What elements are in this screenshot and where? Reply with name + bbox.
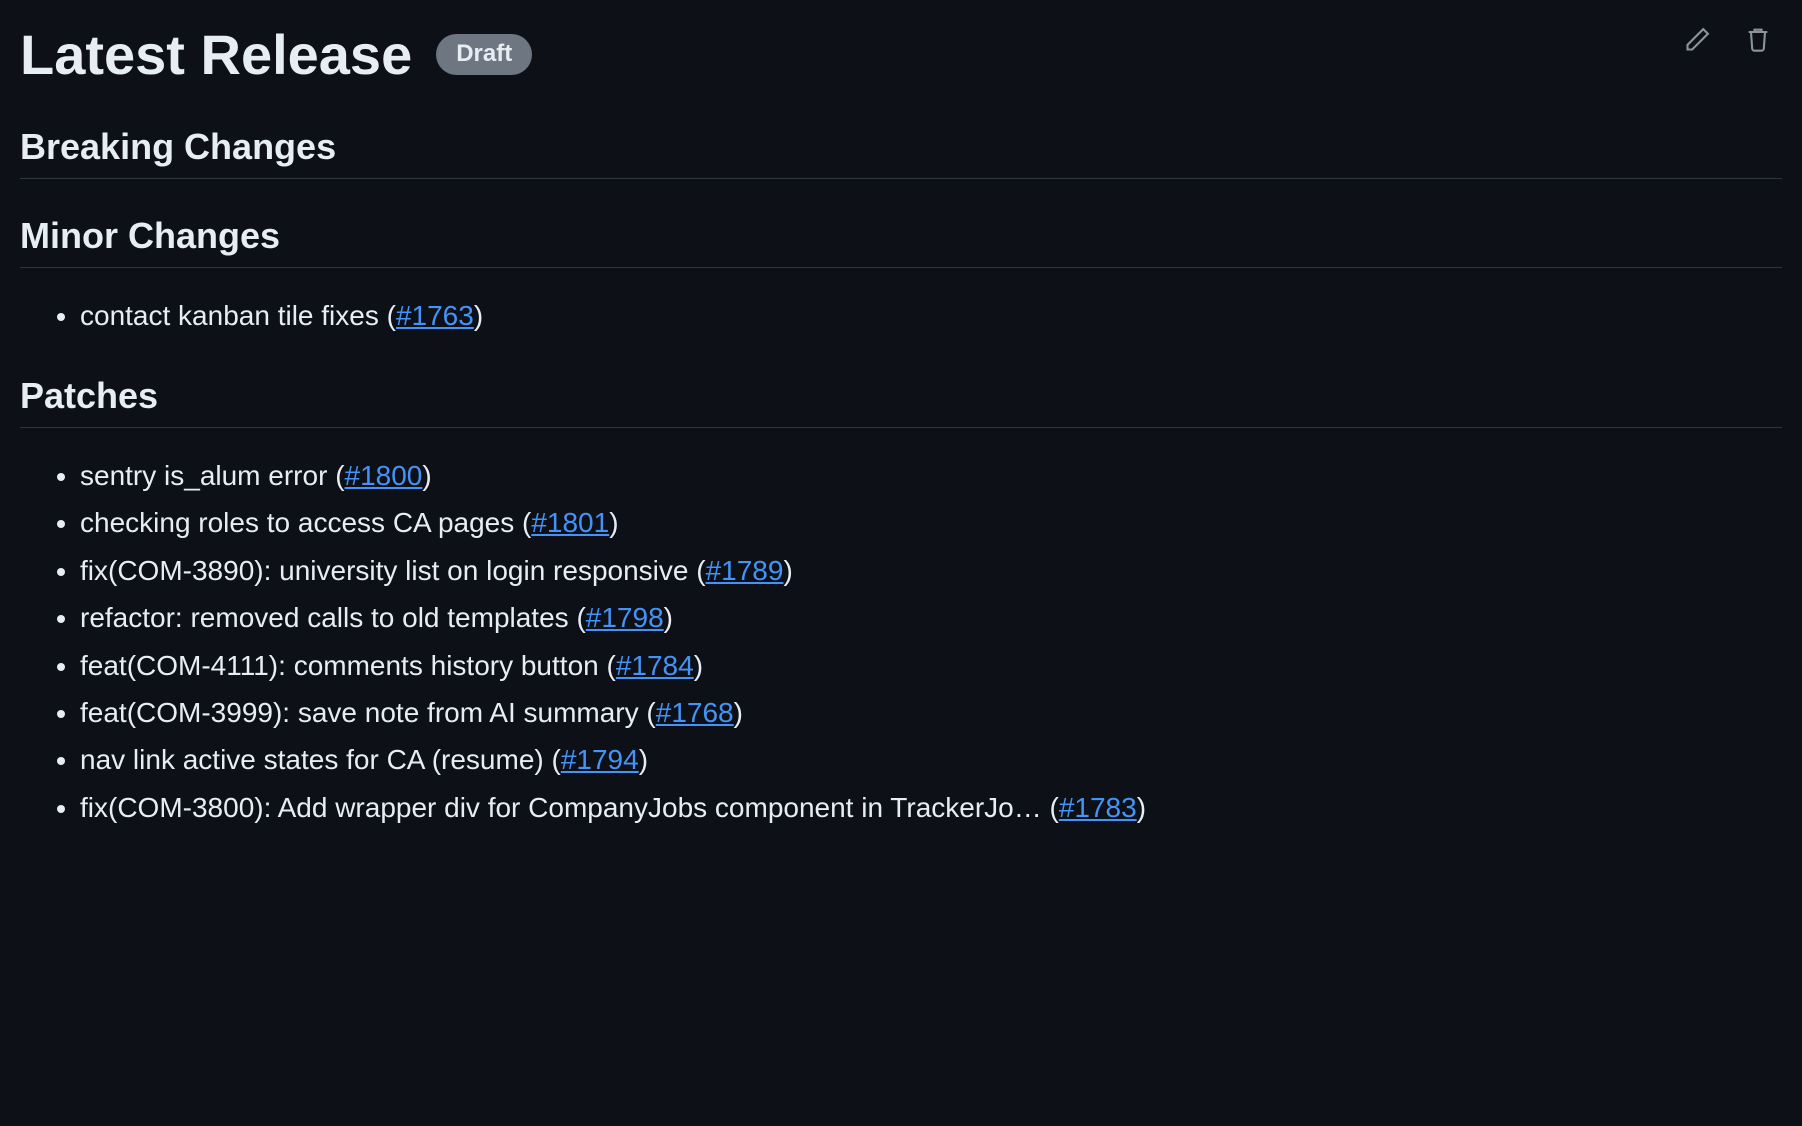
paren-close: ) xyxy=(734,697,743,728)
paren-open: ( xyxy=(646,697,655,728)
edit-button[interactable] xyxy=(1682,24,1714,56)
change-link[interactable]: #1768 xyxy=(656,697,734,728)
list-item: nav link active states for CA (resume) (… xyxy=(80,736,1782,783)
minor-changes-list: contact kanban tile fixes (#1763) xyxy=(20,292,1782,339)
change-text: feat(COM-4111): comments history button xyxy=(80,650,599,681)
change-text: feat(COM-3999): save note from AI summar… xyxy=(80,697,639,728)
change-text: refactor: removed calls to old templates xyxy=(80,602,569,633)
status-badge: Draft xyxy=(436,34,532,75)
section-patches: Patches sentry is_alum error (#1800) che… xyxy=(20,375,1782,831)
paren-open: ( xyxy=(576,602,585,633)
list-item: fix(COM-3890): university list on login … xyxy=(80,547,1782,594)
section-minor-changes: Minor Changes contact kanban tile fixes … xyxy=(20,215,1782,339)
paren-open: ( xyxy=(607,650,616,681)
header-actions xyxy=(1682,24,1774,56)
change-link[interactable]: #1794 xyxy=(561,744,639,775)
change-text: fix(COM-3800): Add wrapper div for Compa… xyxy=(80,792,1042,823)
list-item: feat(COM-3999): save note from AI summar… xyxy=(80,689,1782,736)
list-item: contact kanban tile fixes (#1763) xyxy=(80,292,1782,339)
paren-open: ( xyxy=(552,744,561,775)
paren-close: ) xyxy=(1137,792,1146,823)
paren-open: ( xyxy=(335,460,344,491)
change-text: checking roles to access CA pages xyxy=(80,507,514,538)
change-text: contact kanban tile fixes xyxy=(80,300,379,331)
paren-close: ) xyxy=(422,460,431,491)
change-text: sentry is_alum error xyxy=(80,460,327,491)
change-link[interactable]: #1784 xyxy=(616,650,694,681)
change-link[interactable]: #1801 xyxy=(531,507,609,538)
release-notes-container: Latest Release Draft Breaking Changes xyxy=(0,0,1802,907)
paren-open: ( xyxy=(522,507,531,538)
section-title-patches: Patches xyxy=(20,375,1782,428)
paren-open: ( xyxy=(1050,792,1059,823)
change-link[interactable]: #1763 xyxy=(396,300,474,331)
paren-close: ) xyxy=(694,650,703,681)
list-item: checking roles to access CA pages (#1801… xyxy=(80,499,1782,546)
pencil-icon xyxy=(1684,25,1712,56)
paren-close: ) xyxy=(783,555,792,586)
list-item: refactor: removed calls to old templates… xyxy=(80,594,1782,641)
trash-icon xyxy=(1744,25,1772,56)
paren-open: ( xyxy=(696,555,705,586)
list-item: fix(COM-3800): Add wrapper div for Compa… xyxy=(80,784,1782,831)
change-link[interactable]: #1800 xyxy=(345,460,423,491)
header-row: Latest Release Draft xyxy=(20,24,1782,86)
patches-list: sentry is_alum error (#1800) checking ro… xyxy=(20,452,1782,831)
section-breaking-changes: Breaking Changes xyxy=(20,126,1782,179)
change-link[interactable]: #1783 xyxy=(1059,792,1137,823)
paren-close: ) xyxy=(474,300,483,331)
list-item: feat(COM-4111): comments history button … xyxy=(80,642,1782,689)
section-title-breaking: Breaking Changes xyxy=(20,126,1782,179)
change-text: fix(COM-3890): university list on login … xyxy=(80,555,688,586)
change-link[interactable]: #1798 xyxy=(586,602,664,633)
section-title-minor: Minor Changes xyxy=(20,215,1782,268)
paren-close: ) xyxy=(664,602,673,633)
paren-close: ) xyxy=(609,507,618,538)
change-link[interactable]: #1789 xyxy=(706,555,784,586)
paren-open: ( xyxy=(387,300,396,331)
change-text: nav link active states for CA (resume) xyxy=(80,744,544,775)
list-item: sentry is_alum error (#1800) xyxy=(80,452,1782,499)
delete-button[interactable] xyxy=(1742,24,1774,56)
paren-close: ) xyxy=(639,744,648,775)
page-title: Latest Release xyxy=(20,24,412,86)
